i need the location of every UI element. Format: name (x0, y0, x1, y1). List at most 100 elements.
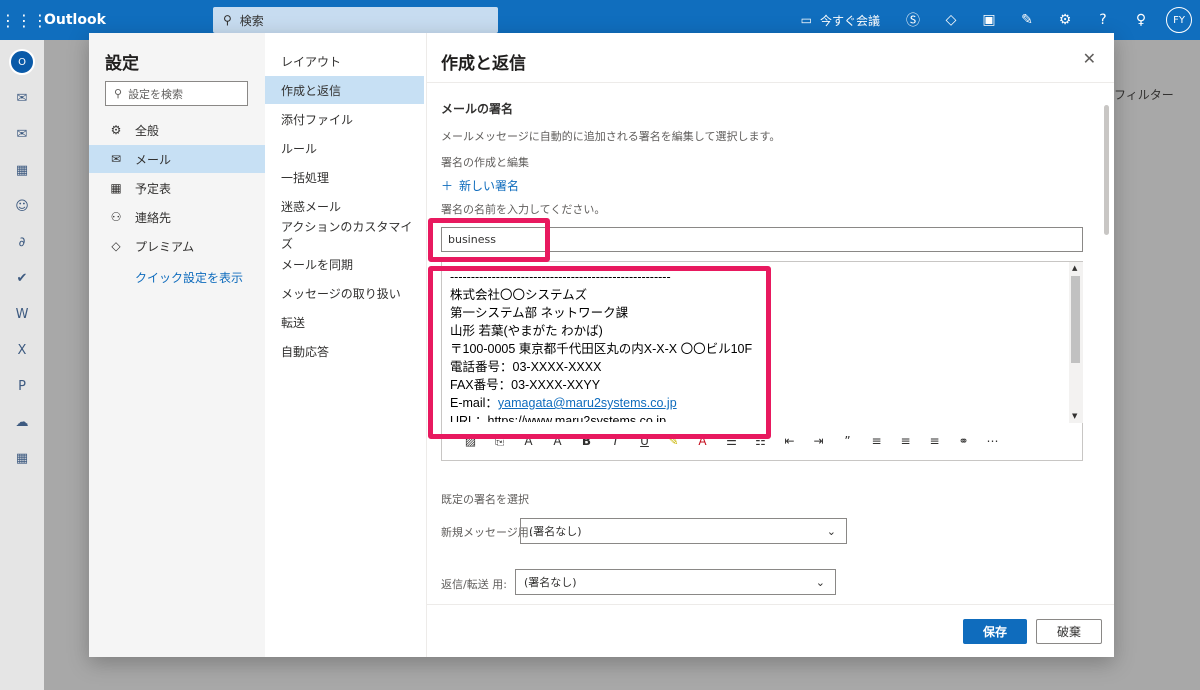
category-label: メール (135, 152, 172, 167)
default-signature-label: 既定の署名を選択 (441, 493, 529, 506)
quick-settings-link[interactable]: クイック設定を表示 (135, 269, 243, 286)
settings-title: 設定 (105, 54, 139, 74)
close-icon[interactable]: ✕ (1083, 49, 1096, 68)
people-icon: ⚇ (110, 210, 122, 224)
tips-lightbulb-icon[interactable]: ♀ (1122, 12, 1160, 28)
mail-icon: ✉ (110, 152, 122, 166)
divider (427, 82, 1114, 83)
settings-category-nav: 設定 ⚲ 設定を検索 ⚙ 全般 ✉ メール ▦ 予定表 ⚇ 連絡先 ◇ プレミア… (89, 33, 265, 657)
category-general[interactable]: ⚙ 全般 (89, 116, 265, 144)
decrease-indent-icon[interactable]: ⇤ (775, 434, 804, 448)
subsection-auto-replies[interactable]: 自動応答 (265, 337, 424, 365)
scroll-down-arrow-icon[interactable]: ▼ (1072, 412, 1077, 420)
subsection-sweep[interactable]: 一括処理 (265, 163, 424, 191)
skype-icon[interactable]: Ⓢ (894, 10, 932, 30)
subsection-attachments[interactable]: 添付ファイル (265, 105, 424, 133)
category-label: プレミアム (135, 239, 195, 254)
align-right-icon[interactable]: ≡ (920, 434, 949, 448)
search-icon: ⚲ (223, 13, 232, 27)
settings-gear-icon[interactable]: ⚙ (1046, 12, 1084, 28)
video-icon: ▭ (800, 13, 812, 27)
replies-signature-select[interactable]: (署名なし) ⌄ (515, 569, 836, 595)
app-rail: O ✉ ✉ ▦ ☺ ∂ ✔ W X P ☁ ▦ (0, 40, 44, 690)
footer-divider (427, 604, 1114, 605)
my-day-icon[interactable]: ✎ (1008, 12, 1046, 28)
more-apps-icon[interactable]: ▦ (0, 440, 44, 476)
app-name: Outlook (44, 12, 106, 28)
gear-icon: ⚙ (110, 123, 122, 137)
subsection-compose-reply[interactable]: 作成と返信 (265, 76, 424, 104)
highlight-signature-body (428, 266, 771, 439)
more-options-icon[interactable]: ⋯ (978, 434, 1007, 448)
mail-active-icon[interactable]: ✉ (0, 116, 44, 152)
meet-now-button[interactable]: ▭ 今すぐ会議 (801, 12, 894, 29)
office-icon[interactable]: ▣ (970, 12, 1008, 28)
subsection-junk[interactable]: 迷惑メール (265, 192, 424, 220)
excel-icon[interactable]: X (0, 332, 44, 368)
new-messages-label: 新規メッセージ用: (441, 526, 533, 539)
new-messages-select-value: (署名なし) (529, 525, 582, 538)
scroll-up-arrow-icon[interactable]: ▲ (1072, 264, 1077, 272)
category-label: 全般 (135, 123, 160, 138)
calendar-rail-icon[interactable]: ▦ (0, 152, 44, 188)
avatar[interactable]: FY (1166, 7, 1192, 33)
increase-indent-icon[interactable]: ⇥ (804, 434, 833, 448)
align-left-icon[interactable]: ≡ (862, 434, 891, 448)
subsection-message-handling[interactable]: メッセージの取り扱い (265, 279, 424, 307)
category-label: 予定表 (135, 181, 172, 196)
word-icon[interactable]: W (0, 296, 44, 332)
replies-label: 返信/転送 用: (441, 578, 507, 591)
diamond-icon: ◇ (111, 239, 121, 253)
search-box[interactable]: ⚲ 検索 (213, 7, 498, 33)
calendar-icon: ▦ (110, 181, 122, 195)
category-people[interactable]: ⚇ 連絡先 (89, 203, 265, 231)
panel-scrollbar[interactable] (1102, 99, 1110, 604)
app-launcher-icon[interactable]: ⋮⋮⋮ (0, 11, 48, 30)
signature-description: メールメッセージに自動的に追加される署名を編集して選択します。 (441, 130, 781, 143)
subsection-sync-email[interactable]: メールを同期 (265, 250, 424, 278)
outlook-logo-icon: O (0, 44, 44, 80)
signature-name-hint: 署名の名前を入力してください。 (441, 203, 606, 216)
replies-select-value: (署名なし) (524, 576, 577, 589)
subsection-customize-actions[interactable]: アクションのカスタマイズ (265, 220, 424, 251)
discard-button[interactable]: 破棄 (1036, 619, 1102, 644)
subsection-layout[interactable]: レイアウト (265, 47, 424, 75)
new-messages-signature-select[interactable]: (署名なし) ⌄ (520, 518, 847, 544)
onedrive-cloud-icon[interactable]: ☁ (0, 404, 44, 440)
people-rail-icon[interactable]: ☺ (0, 188, 44, 224)
chevron-down-icon: ⌄ (815, 575, 825, 589)
chevron-down-icon: ⌄ (826, 524, 836, 538)
create-edit-label: 署名の作成と編集 (441, 156, 529, 169)
category-label: 連絡先 (135, 210, 172, 225)
search-icon: ⚲ (114, 87, 123, 100)
category-mail[interactable]: ✉ メール (89, 145, 265, 173)
signature-section-title: メールの署名 (441, 102, 514, 116)
background-filter-label: フィルター (1114, 88, 1174, 102)
link-icon[interactable]: ⚭ (949, 434, 978, 448)
align-center-icon[interactable]: ≡ (891, 434, 920, 448)
subsection-rules[interactable]: ルール (265, 134, 424, 162)
powerpoint-icon[interactable]: P (0, 368, 44, 404)
meet-now-label: 今すぐ会議 (819, 13, 880, 28)
mail-subsection-nav: レイアウト 作成と返信 添付ファイル ルール 一括処理 迷惑メール アクションの… (265, 33, 427, 657)
editor-scrollbar[interactable]: ▲ ▼ (1069, 262, 1083, 423)
mail-rail-icon[interactable]: ✉ (0, 80, 44, 116)
todo-check-icon[interactable]: ✔ (0, 260, 44, 296)
panel-title: 作成と返信 (441, 54, 526, 74)
help-icon[interactable]: ? (1084, 12, 1122, 28)
attach-rail-icon[interactable]: ∂ (0, 224, 44, 260)
new-signature-button[interactable]: ＋ 新しい署名 (441, 177, 519, 194)
panel-scrollbar-thumb[interactable] (1104, 105, 1109, 235)
highlight-signature-name (428, 218, 550, 262)
plus-icon: ＋ (441, 179, 454, 193)
settings-search-placeholder: 設定を検索 (128, 87, 184, 101)
category-premium[interactable]: ◇ プレミアム (89, 232, 265, 260)
settings-search-input[interactable]: ⚲ 設定を検索 (105, 81, 248, 106)
subsection-forwarding[interactable]: 転送 (265, 308, 424, 336)
category-calendar[interactable]: ▦ 予定表 (89, 174, 265, 202)
premium-diamond-icon[interactable]: ◇ (932, 12, 970, 28)
save-button[interactable]: 保存 (963, 619, 1027, 644)
search-placeholder: 検索 (239, 13, 264, 28)
quote-icon[interactable]: ” (833, 434, 862, 448)
editor-scrollbar-thumb[interactable] (1071, 276, 1080, 363)
